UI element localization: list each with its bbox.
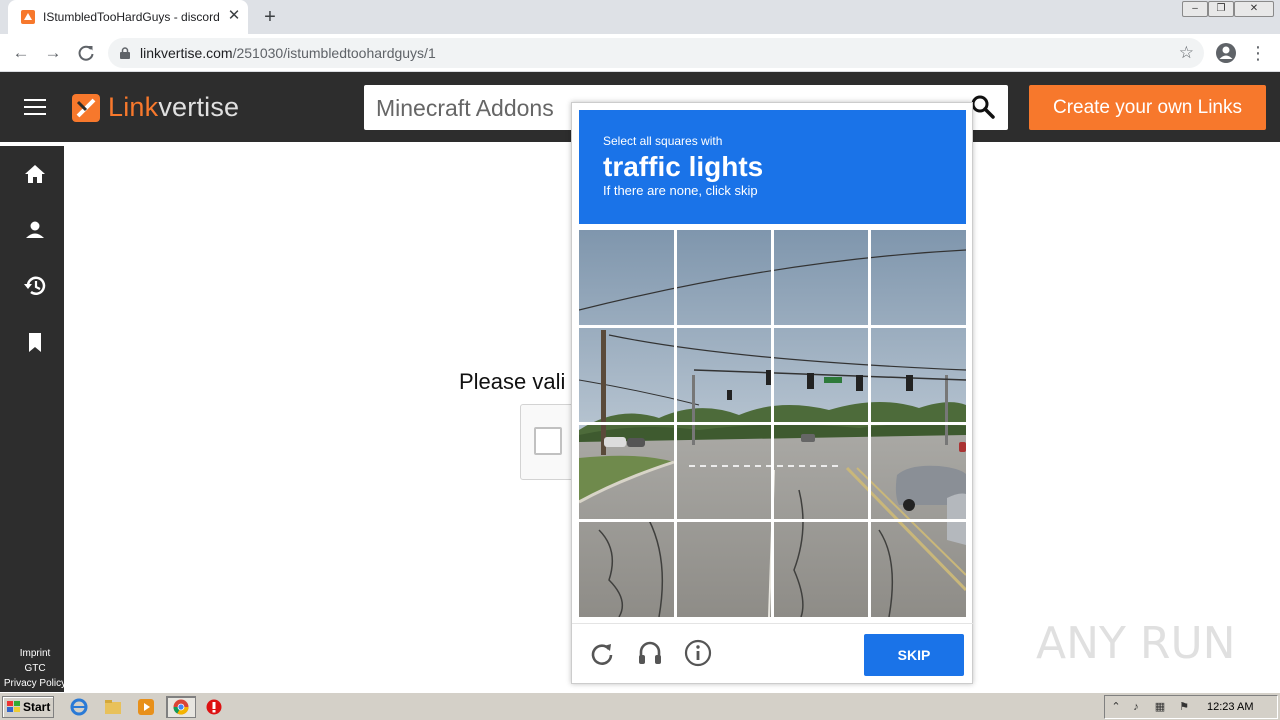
forward-arrow-icon[interactable]: → [40, 40, 66, 66]
close-window-button[interactable]: ✕ [1234, 1, 1274, 17]
privacy-policy-link[interactable]: Privacy Policy [0, 678, 70, 689]
windows-taskbar: Start ⌃ ♪ ▦ ⚑ 12:23 AM [0, 692, 1280, 720]
captcha-instructions: Select all squares with traffic lights I… [579, 110, 966, 224]
captcha-challenge-dialog: Select all squares with traffic lights I… [571, 102, 974, 685]
hamburger-menu-icon[interactable] [24, 99, 46, 115]
url-text: linkvertise.com/251030/istumbledtoohardg… [140, 45, 436, 61]
tray-expand-icon[interactable]: ⌃ [1109, 700, 1123, 714]
validate-heading: Please vali [459, 369, 566, 394]
action-center-flag-icon[interactable]: ⚑ [1177, 700, 1191, 714]
street-scene-image [579, 230, 966, 617]
recaptcha-checkbox[interactable] [534, 427, 562, 455]
reload-challenge-icon[interactable] [587, 638, 617, 668]
internet-explorer-icon[interactable] [70, 698, 88, 716]
taskbar-clock[interactable]: 12:23 AM [1207, 701, 1253, 713]
browser-menu-icon[interactable]: ⋮ [1248, 39, 1268, 67]
search-icon[interactable] [970, 94, 996, 120]
instruction-target: traffic lights [603, 151, 764, 182]
file-explorer-icon[interactable] [104, 698, 122, 716]
logo-link-part: Link [108, 92, 159, 122]
info-icon[interactable] [683, 638, 713, 668]
imprint-link[interactable]: Imprint [0, 648, 70, 659]
audio-challenge-icon[interactable] [635, 638, 665, 668]
lock-icon [120, 47, 130, 59]
tab-strip: IStumbledTooHardGuys - discord.gg ✕ + ‒ … [0, 0, 1280, 34]
windows-flag-icon [7, 701, 20, 712]
chrome-icon [173, 699, 189, 715]
address-bar[interactable]: linkvertise.com/251030/istumbledtoohardg… [108, 38, 1204, 68]
watermark-text: ANY RUN [1036, 618, 1236, 669]
captcha-image-grid[interactable] [579, 230, 966, 617]
network-icon[interactable]: ▦ [1153, 700, 1167, 714]
logo-vertise-part: vertise [158, 92, 240, 122]
anyrun-watermark: ANY RUN [1036, 618, 1236, 669]
linkvertise-logo-icon[interactable] [70, 92, 102, 124]
browser-tab[interactable]: IStumbledTooHardGuys - discord.gg ✕ [8, 0, 248, 34]
bookmark-star-icon[interactable]: ☆ [1179, 43, 1194, 63]
create-links-button[interactable]: Create your own Links [1029, 85, 1266, 130]
linkvertise-favicon-icon [21, 10, 35, 24]
opera-icon[interactable] [205, 698, 223, 716]
start-button[interactable]: Start [2, 696, 54, 718]
url-host: linkvertise.com [140, 45, 233, 61]
volume-icon[interactable]: ♪ [1129, 700, 1143, 714]
new-tab-button[interactable]: + [258, 5, 282, 29]
gtc-link[interactable]: GTC [0, 663, 70, 674]
left-sidebar: Imprint GTC Privacy Policy [0, 146, 66, 692]
taskbar-chrome-button[interactable] [166, 696, 196, 718]
captcha-footer: SKIP [572, 623, 974, 685]
minimize-button[interactable]: ‒ [1182, 1, 1208, 17]
home-icon[interactable] [21, 160, 49, 188]
user-icon[interactable] [21, 216, 49, 244]
search-input-value: Minecraft Addons [376, 95, 554, 121]
skip-button[interactable]: SKIP [864, 634, 964, 676]
instruction-small: Select all squares with [603, 134, 723, 148]
reload-icon[interactable] [76, 43, 96, 63]
recaptcha-widget [520, 404, 576, 480]
browser-toolbar: ← → linkvertise.com/251030/istumbledtooh… [0, 34, 1280, 72]
url-path: /251030/istumbledtoohardguys/1 [232, 45, 436, 61]
instruction-sub: If there are none, click skip [603, 183, 758, 198]
profile-avatar-icon[interactable] [1214, 41, 1238, 65]
site-logo-text[interactable]: Linkvertise [108, 92, 239, 123]
system-tray: ⌃ ♪ ▦ ⚑ 12:23 AM [1104, 695, 1278, 719]
tab-title: IStumbledTooHardGuys - discord.gg [43, 10, 219, 24]
back-arrow-icon[interactable]: ← [8, 40, 34, 66]
history-icon[interactable] [21, 272, 49, 300]
tab-close-icon[interactable]: ✕ [225, 7, 243, 25]
bookmark-icon[interactable] [21, 328, 49, 356]
restore-button[interactable]: ❐ [1208, 1, 1234, 17]
media-player-icon[interactable] [137, 698, 155, 716]
start-label: Start [23, 700, 51, 714]
